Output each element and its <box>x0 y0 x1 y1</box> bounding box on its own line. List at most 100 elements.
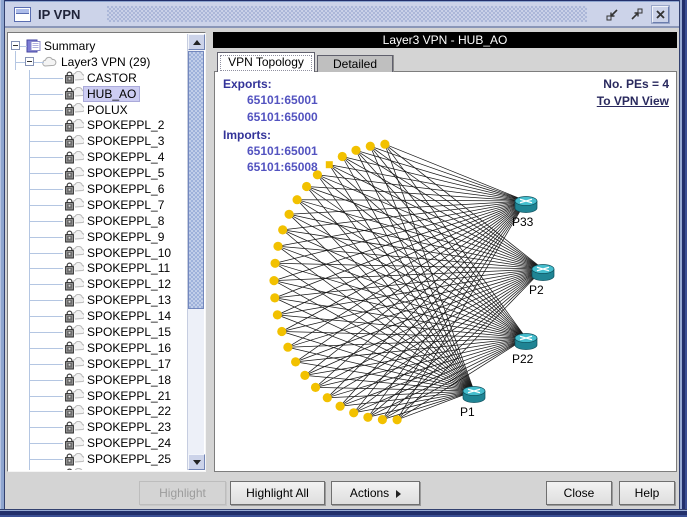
lock-cloud-icon <box>64 373 84 386</box>
tree-node-spokeppl_10[interactable]: SPOKEPPL_10 <box>9 245 187 261</box>
pe-node-P2[interactable]: P2 <box>529 265 554 298</box>
ce-node[interactable] <box>302 182 311 191</box>
tab-detailed[interactable]: Detailed <box>317 55 393 72</box>
import-target: 65101:65008 <box>247 160 318 174</box>
lock-cloud-icon <box>64 468 84 470</box>
highlight-button[interactable]: Highlight <box>139 481 226 505</box>
tree-node-spokeppl_4[interactable]: SPOKEPPL_4 <box>9 149 187 165</box>
help-button[interactable]: Help <box>619 481 675 505</box>
ce-node[interactable] <box>323 393 332 402</box>
ce-node[interactable] <box>311 383 320 392</box>
ce-node[interactable] <box>285 210 294 219</box>
tree-node-spokeppl_12[interactable]: SPOKEPPL_12 <box>9 276 187 292</box>
ce-node[interactable] <box>271 259 280 268</box>
ce-node[interactable] <box>393 415 402 424</box>
ce-node[interactable] <box>291 357 300 366</box>
tree-node-spokeppl_24[interactable]: SPOKEPPL_24 <box>9 435 187 451</box>
scrollbar-thumb[interactable] <box>188 51 204 309</box>
ce-node[interactable] <box>363 413 372 422</box>
ce-node[interactable] <box>338 152 347 161</box>
tree-scrollbar[interactable] <box>187 34 204 470</box>
scroll-up-button[interactable] <box>188 34 205 50</box>
close-icon[interactable] <box>652 6 669 23</box>
lock-cloud-icon <box>64 294 84 307</box>
lock-cloud-icon <box>64 278 84 291</box>
close-button[interactable]: Close <box>546 481 612 505</box>
panel-title: Layer3 VPN - HUB_AO <box>213 32 677 48</box>
pe-label: P22 <box>512 352 534 366</box>
tree-node-spokeppl_21[interactable]: SPOKEPPL_21 <box>9 388 187 404</box>
ce-node[interactable] <box>273 310 282 319</box>
tree-node-hub_ao[interactable]: HUB_AO <box>9 86 187 102</box>
tree-node-spokeppl_18[interactable]: SPOKEPPL_18 <box>9 372 187 388</box>
tree-node-spokeppl_11[interactable]: SPOKEPPL_11 <box>9 260 187 276</box>
tree-node-polux[interactable]: POLUX <box>9 102 187 118</box>
ce-node[interactable] <box>380 140 389 149</box>
tree-node-spokeppl_13[interactable]: SPOKEPPL_13 <box>9 292 187 308</box>
minimize-icon[interactable] <box>604 6 621 23</box>
vpn-links <box>274 144 543 420</box>
pe-node-P22[interactable]: P22 <box>512 334 537 367</box>
collapse-toggle[interactable] <box>25 57 34 66</box>
pe-count: No. PEs = 4 <box>603 77 669 91</box>
ce-node[interactable] <box>270 293 279 302</box>
maximize-icon[interactable] <box>628 6 645 23</box>
export-target: 65101:65000 <box>247 110 318 124</box>
scroll-down-button[interactable] <box>188 454 205 470</box>
lock-cloud-icon <box>64 214 84 227</box>
tree-node-layer3-vpn[interactable]: Layer3 VPN (29) <box>9 54 187 70</box>
collapse-toggle[interactable] <box>11 41 20 50</box>
to-vpn-view-link[interactable]: To VPN View <box>597 94 669 108</box>
summary-icon <box>26 39 41 53</box>
lock-cloud-icon <box>64 421 84 434</box>
tree-node-spokeppl_7[interactable]: SPOKEPPL_7 <box>9 197 187 213</box>
ce-node[interactable] <box>277 327 286 336</box>
pe-node-P1[interactable]: P1 <box>460 387 485 420</box>
ce-node[interactable] <box>300 371 309 380</box>
window-border-top <box>0 0 687 2</box>
tree-node-summary[interactable]: Summary <box>9 38 187 54</box>
lock-cloud-icon <box>64 325 84 338</box>
lock-cloud-icon <box>64 167 84 180</box>
ce-node[interactable] <box>351 146 360 155</box>
actions-button[interactable]: Actions <box>331 481 420 505</box>
tree-node-spokeppl_15[interactable]: SPOKEPPL_15 <box>9 324 187 340</box>
lock-cloud-icon <box>64 182 84 195</box>
ce-node[interactable] <box>336 402 345 411</box>
highlight-all-button[interactable]: Highlight All <box>230 481 325 505</box>
tree-node-spokeppl_16[interactable]: SPOKEPPL_16 <box>9 340 187 356</box>
tree-node-spokeppl_5[interactable]: SPOKEPPL_5 <box>9 165 187 181</box>
lock-cloud-icon <box>64 246 84 259</box>
tree-node-spokeppl_22[interactable]: SPOKEPPL_22 <box>9 403 187 419</box>
tree-node-partial[interactable]: SPOKEPPL_26 <box>9 467 187 470</box>
lock-cloud-icon <box>64 262 84 275</box>
ce-node[interactable] <box>366 142 375 151</box>
tree-node-spokeppl_14[interactable]: SPOKEPPL_14 <box>9 308 187 324</box>
lock-cloud-icon <box>64 71 84 84</box>
ce-node[interactable] <box>283 343 292 352</box>
tree-node-spokeppl_2[interactable]: SPOKEPPL_2 <box>9 117 187 133</box>
ce-node[interactable] <box>278 225 287 234</box>
tree-node-castor[interactable]: CASTOR <box>9 70 187 86</box>
tree-node-spokeppl_8[interactable]: SPOKEPPL_8 <box>9 213 187 229</box>
ce-node[interactable] <box>326 161 333 168</box>
lock-cloud-icon <box>64 357 84 370</box>
import-target: 65101:65001 <box>247 144 318 158</box>
ce-node[interactable] <box>378 415 387 424</box>
tree-node-spokeppl_6[interactable]: SPOKEPPL_6 <box>9 181 187 197</box>
tab-vpn-topology[interactable]: VPN Topology <box>217 52 315 72</box>
tree-node-spokeppl_3[interactable]: SPOKEPPL_3 <box>9 133 187 149</box>
tree-node-spokeppl_23[interactable]: SPOKEPPL_23 <box>9 419 187 435</box>
ce-node[interactable] <box>349 408 358 417</box>
ce-node[interactable] <box>273 242 282 251</box>
ce-node[interactable] <box>293 195 302 204</box>
pe-label: P33 <box>512 215 534 229</box>
vpn-tree[interactable]: SummaryLayer3 VPN (29)CASTORHUB_AOPOLUXS… <box>9 34 187 470</box>
ce-node[interactable] <box>269 276 278 285</box>
tree-node-spokeppl_25[interactable]: SPOKEPPL_25 <box>9 451 187 467</box>
topology-canvas[interactable]: P33 P2 P22 P1 <box>215 72 676 471</box>
topology-panel: P33P2P22P1 Exports: 65101:65001 65101:65… <box>214 71 677 472</box>
tree-node-spokeppl_17[interactable]: SPOKEPPL_17 <box>9 356 187 372</box>
tree-node-spokeppl_9[interactable]: SPOKEPPL_9 <box>9 229 187 245</box>
window-border-bottom <box>0 509 687 517</box>
